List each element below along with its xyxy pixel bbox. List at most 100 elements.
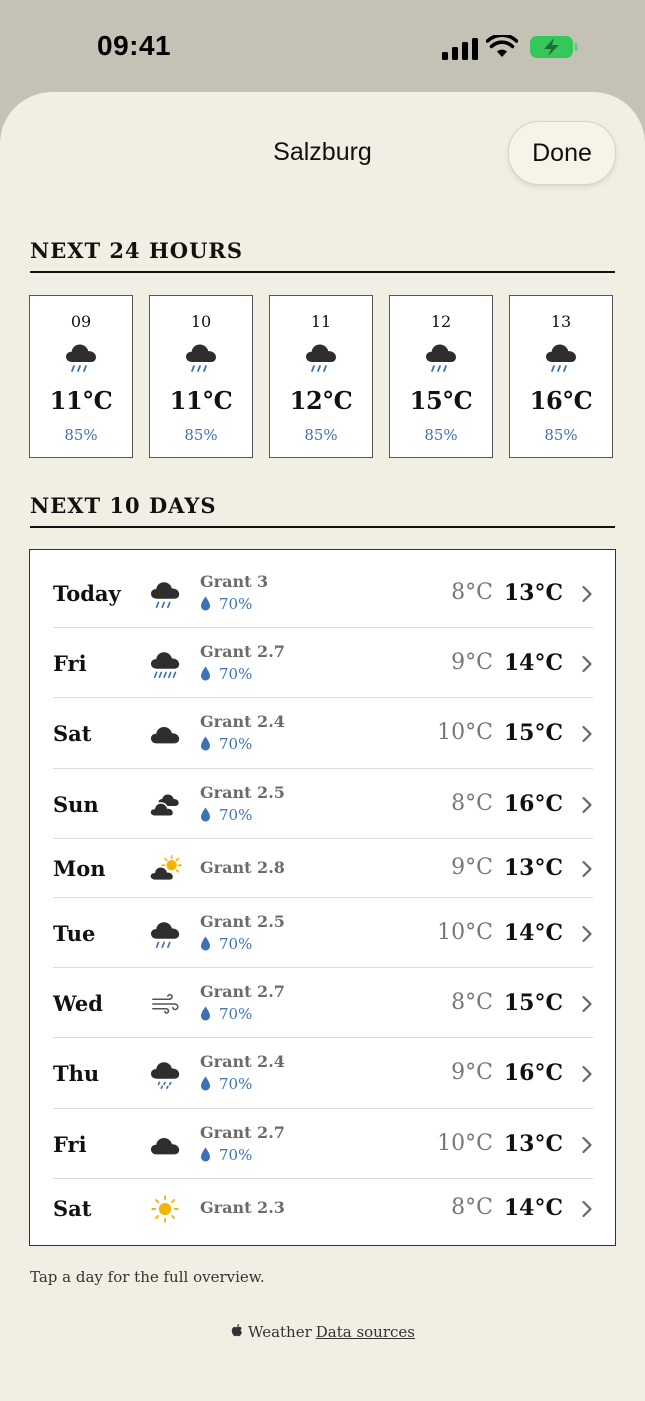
chevron-right-icon xyxy=(582,1136,592,1154)
hour-time: 10 xyxy=(190,312,212,331)
day-name: Fri xyxy=(53,1132,87,1157)
hour-card[interactable]: 12 15°C 85% xyxy=(389,295,493,458)
hour-temp: 11°C xyxy=(169,386,233,415)
day-name: Wed xyxy=(53,991,103,1016)
day-high: 13°C xyxy=(503,580,563,606)
rain-cloud-icon xyxy=(149,918,183,950)
hour-precip: 85% xyxy=(424,426,458,444)
raindrop-icon xyxy=(201,1006,210,1021)
day-high: 14°C xyxy=(503,650,563,676)
day-low: 9°C xyxy=(451,855,493,880)
daily-heading: NEXT 10 DAYS xyxy=(30,493,615,528)
hour-precip: 85% xyxy=(184,426,218,444)
day-row-mon[interactable]: Mon Grant 2.8 9°C 13°C xyxy=(53,839,593,898)
day-grant: Grant 2.7 xyxy=(200,1123,285,1142)
rain-cloud-icon xyxy=(64,340,100,374)
day-name: Today xyxy=(53,581,121,606)
day-row-fri[interactable]: Fri Grant 2.7 70% 9°C 14°C xyxy=(53,628,593,698)
hour-temp: 16°C xyxy=(529,386,593,415)
chevron-right-icon xyxy=(582,860,592,878)
hour-time: 09 xyxy=(70,312,92,331)
raindrop-icon xyxy=(201,807,210,822)
done-button[interactable]: Done xyxy=(508,121,616,185)
day-low: 10°C xyxy=(437,1131,493,1156)
hour-temp: 12°C xyxy=(289,386,353,415)
day-low: 8°C xyxy=(451,990,493,1015)
day-high: 13°C xyxy=(503,855,563,881)
hour-card[interactable]: 13 16°C 85% xyxy=(509,295,613,458)
chevron-right-icon xyxy=(582,585,592,603)
raindrop-icon xyxy=(201,596,210,611)
hour-time: 12 xyxy=(430,312,452,331)
hour-temp: 15°C xyxy=(409,386,473,415)
day-name: Tue xyxy=(53,921,96,946)
hourly-heading: NEXT 24 HOURS xyxy=(30,238,615,273)
battery-charging-icon xyxy=(530,36,578,58)
day-grant: Grant 2.7 xyxy=(200,642,285,661)
hour-card[interactable]: 11 12°C 85% xyxy=(269,295,373,458)
footer: Weather Data sources xyxy=(0,1323,645,1341)
hour-time: 13 xyxy=(550,312,572,331)
day-row-thu[interactable]: Thu Grant 2.4 70% 9°C 16°C xyxy=(53,1038,593,1109)
day-name: Sun xyxy=(53,792,99,817)
day-grant: Grant 2.5 xyxy=(200,783,285,802)
rain-cloud-icon xyxy=(544,340,580,374)
day-row-sat[interactable]: Sat Grant 2.4 70% 10°C 15°C xyxy=(53,698,593,769)
day-row-sat-2[interactable]: Sat Grant 2.3 8°C 14°C xyxy=(53,1179,593,1238)
day-row-fri-2[interactable]: Fri Grant 2.7 70% 10°C 13°C xyxy=(53,1109,593,1179)
hour-precip: 85% xyxy=(304,426,338,444)
hint-text: Tap a day for the full overview. xyxy=(30,1268,265,1286)
rain-cloud-icon xyxy=(149,578,183,610)
chevron-right-icon xyxy=(582,1200,592,1218)
day-row-sun[interactable]: Sun Grant 2.5 70% 8°C 16°C xyxy=(53,769,593,839)
apple-logo-icon xyxy=(231,1324,242,1337)
day-grant: Grant 2.4 xyxy=(200,1052,285,1071)
cloud-icon xyxy=(150,1137,180,1155)
day-grant: Grant 2.4 xyxy=(200,712,285,731)
day-low: 10°C xyxy=(437,920,493,945)
chevron-right-icon xyxy=(582,796,592,814)
day-low: 9°C xyxy=(451,650,493,675)
day-name: Fri xyxy=(53,651,87,676)
day-grant: Grant 2.3 xyxy=(200,1198,285,1217)
day-precip: 70% xyxy=(200,1005,252,1023)
drizzle-cloud-icon xyxy=(149,1058,183,1090)
rain-cloud-icon xyxy=(304,340,340,374)
forecast-sheet: Salzburg Done NEXT 24 HOURS 09 11°C 85% … xyxy=(0,92,645,1401)
wifi-icon xyxy=(486,35,518,57)
day-precip: 70% xyxy=(200,935,252,953)
data-sources-link[interactable]: Data sources xyxy=(316,1323,415,1341)
day-row-today[interactable]: Today Grant 3 70% 8°C 13°C xyxy=(53,558,593,628)
cellular-signal-icon xyxy=(442,38,478,60)
day-name: Sat xyxy=(53,1196,92,1221)
footer-brand: Weather xyxy=(248,1323,312,1341)
chevron-right-icon xyxy=(582,925,592,943)
status-bar: 09:41 xyxy=(0,0,645,92)
hourly-forecast: 09 11°C 85% 10 11°C 85% 11 12°C 85% 12 1… xyxy=(29,295,617,460)
day-high: 14°C xyxy=(503,1195,563,1221)
daily-forecast: Today Grant 3 70% 8°C 13°C Fri Grant 2.7… xyxy=(29,549,616,1246)
day-precip: 70% xyxy=(200,1146,252,1164)
day-high: 15°C xyxy=(503,720,563,746)
day-name: Mon xyxy=(53,856,106,881)
day-grant: Grant 3 xyxy=(200,572,269,591)
hour-card[interactable]: 10 11°C 85% xyxy=(149,295,253,458)
day-low: 8°C xyxy=(451,791,493,816)
hour-card[interactable]: 09 11°C 85% xyxy=(29,295,133,458)
day-low: 9°C xyxy=(451,1060,493,1085)
hour-time: 11 xyxy=(310,312,332,331)
day-row-tue[interactable]: Tue Grant 2.5 70% 10°C 14°C xyxy=(53,898,593,968)
raindrop-icon xyxy=(201,1147,210,1162)
cloud-icon xyxy=(150,726,180,744)
day-precip: 70% xyxy=(200,735,252,753)
day-high: 15°C xyxy=(503,990,563,1016)
raindrop-icon xyxy=(201,936,210,951)
raindrop-icon xyxy=(201,1076,210,1091)
wind-icon xyxy=(152,993,179,1014)
day-high: 16°C xyxy=(503,791,563,817)
hour-temp: 11°C xyxy=(49,386,113,415)
day-row-wed[interactable]: Wed Grant 2.7 70% 8°C 15°C xyxy=(53,968,593,1038)
day-name: Thu xyxy=(53,1061,100,1086)
day-high: 13°C xyxy=(503,1131,563,1157)
day-high: 14°C xyxy=(503,920,563,946)
